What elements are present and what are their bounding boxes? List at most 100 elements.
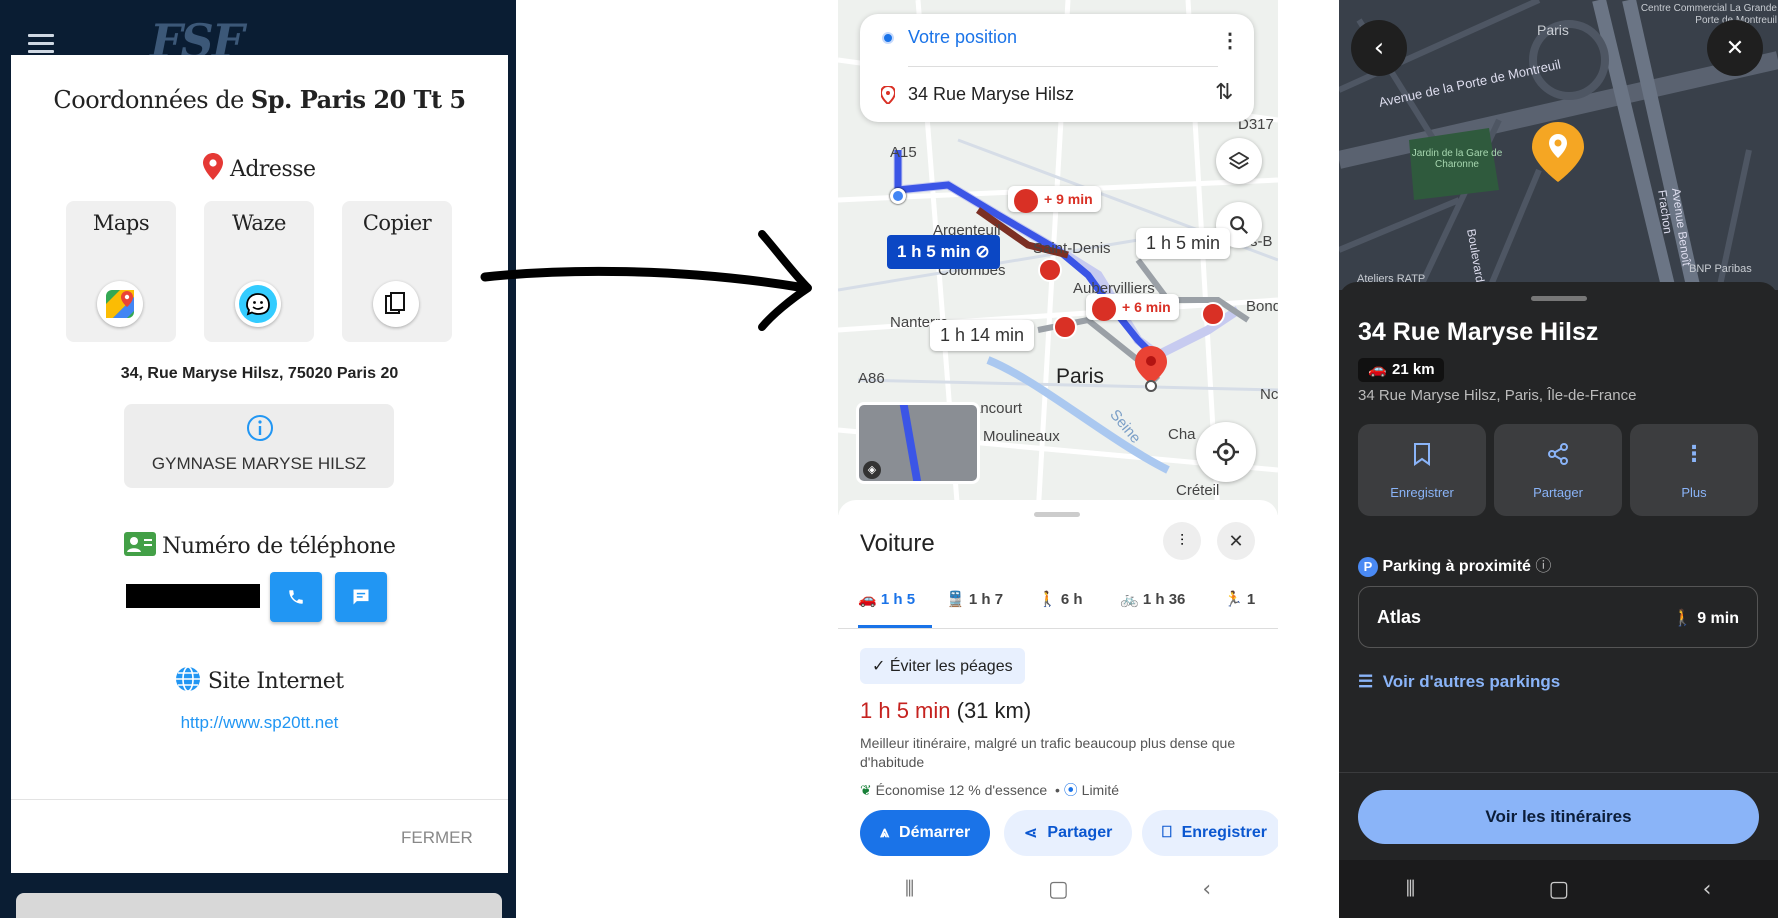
home-icon[interactable]: ▢: [1549, 877, 1570, 902]
tab-other[interactable]: 🏃 1: [1224, 590, 1264, 608]
route-summary: 1 h 5 min (31 km): [860, 698, 1031, 724]
parking-heading: P Parking à proximité ⓘ: [1358, 552, 1551, 577]
selected-route-time: 1 h 5 min: [897, 242, 971, 261]
save-place-label: Enregistrer: [1390, 485, 1454, 500]
hamburger-menu-icon[interactable]: [28, 34, 54, 54]
layers-icon: [1228, 151, 1250, 170]
view-routes-button[interactable]: Voir les itinéraires: [1358, 790, 1759, 844]
save-label: Enregistrer: [1181, 824, 1267, 841]
avoid-tolls-chip[interactable]: ✓ Éviter les péages: [860, 648, 1025, 684]
drag-handle[interactable]: [1034, 512, 1080, 517]
address-heading-label: Adresse: [229, 157, 316, 182]
route-map[interactable]: A15 D317 A86 Argenteuil Saint-Denis Colo…: [838, 0, 1278, 515]
map-pin-icon: [203, 153, 224, 180]
avoid-tolls-label: Éviter les péages: [889, 658, 1013, 675]
search-icon: [1230, 216, 1249, 235]
start-button[interactable]: ⩓ Démarrer: [860, 810, 991, 856]
share-label: Partager: [1047, 824, 1113, 841]
android-nav-bar: ⦀ ▢ ‹: [838, 860, 1278, 918]
current-location-dot: [890, 188, 906, 204]
map-label-garden: Jardin de la Gare de Charonne: [1411, 148, 1503, 170]
field-divider: [908, 66, 1218, 67]
website-heading-label: Site Internet: [207, 669, 344, 694]
dark-map[interactable]: Paris Centre Commercial La Grande Porte …: [1339, 0, 1778, 290]
dialog-title: Coordonnées de Sp. Paris 20 Tt 5: [11, 85, 508, 114]
more-options-icon[interactable]: ⋮: [1220, 28, 1240, 53]
parking-heading-label: Parking à proximité: [1382, 558, 1531, 575]
destination-pin-icon: [1135, 346, 1167, 392]
tab-transit-time: 1 h 7: [968, 591, 1004, 608]
tab-cycling[interactable]: 🚲 1 h 36: [1112, 590, 1224, 608]
recent-apps-icon[interactable]: ⦀: [1406, 877, 1416, 902]
layers-button[interactable]: [1216, 138, 1262, 184]
redacted-phone-number: [126, 584, 260, 608]
crosshair-icon: [1213, 439, 1239, 465]
selected-route-label[interactable]: 1 h 5 min ⊘: [887, 235, 1000, 269]
car-incident-icon: [1014, 189, 1038, 213]
street-view-thumbnail[interactable]: ◈: [856, 402, 980, 484]
call-button[interactable]: [270, 572, 322, 622]
route-distance: (31 km): [956, 698, 1032, 723]
google-maps-panel: A15 D317 A86 Argenteuil Saint-Denis Colo…: [838, 0, 1278, 918]
close-icon[interactable]: ✕: [1217, 522, 1255, 560]
map-label-a86: A86: [858, 370, 885, 387]
destination-field[interactable]: 34 Rue Maryse Hilsz: [908, 84, 1074, 105]
share-icon: ⋖: [1024, 825, 1038, 842]
contact-card-icon: [123, 532, 156, 556]
back-icon[interactable]: ‹: [1703, 877, 1712, 902]
google-maps-icon: [97, 281, 143, 327]
swap-icon[interactable]: ⇅: [1215, 80, 1233, 105]
traffic-delay-1: + 9 min: [1044, 191, 1093, 207]
alt-route-label[interactable]: 1 h 5 min: [1136, 228, 1231, 259]
venue-name: GYMNASE MARYSE HILSZ: [151, 454, 367, 473]
close-icon: ✕: [1725, 35, 1745, 61]
map-label-moulineaux: Moulineaux: [983, 428, 1060, 445]
share-place-label: Partager: [1533, 485, 1583, 500]
drag-handle[interactable]: [1531, 296, 1587, 301]
background-card: [16, 893, 502, 918]
more-parkings-link[interactable]: ☰ Voir d'autres parkings: [1358, 672, 1560, 692]
transport-mode-title: Voiture: [860, 530, 935, 557]
save-place-button[interactable]: Enregistrer: [1358, 424, 1486, 516]
travel-mode-tabs: 🚗 1 h 5 🚆 1 h 7 🚶 6 h 🚲 1 h 36 🏃 1: [838, 590, 1278, 608]
close-button[interactable]: FERMER: [401, 828, 473, 848]
save-button[interactable]: ⎕ Enregistrer: [1142, 810, 1278, 856]
waze-button[interactable]: Waze: [204, 201, 314, 342]
alt-route-label[interactable]: 1 h 14 min: [930, 320, 1035, 351]
tab-transit[interactable]: 🚆 1 h 7: [934, 590, 1028, 608]
walking-icon: 🚶: [1672, 610, 1693, 627]
waze-panel: Paris Centre Commercial La Grande Porte …: [1339, 0, 1778, 918]
share-place-button[interactable]: Partager: [1494, 424, 1622, 516]
maps-button[interactable]: Maps: [66, 201, 176, 342]
parking-item[interactable]: Atlas 🚶 9 min: [1358, 586, 1758, 648]
back-button[interactable]: ‹: [1351, 20, 1407, 76]
recent-apps-icon[interactable]: ⦀: [905, 877, 915, 902]
sms-button[interactable]: [335, 572, 387, 622]
tab-driving-time: 1 h 5: [880, 591, 916, 608]
car-incident-icon: [1092, 297, 1116, 321]
copy-button[interactable]: Copier: [342, 201, 452, 342]
message-icon: [353, 589, 369, 605]
tab-cycling-time: 1 h 36: [1142, 591, 1186, 608]
directions-sheet: Voiture ⫶ ✕ 🚗 1 h 5 🚆 1 h 7 🚶 6 h 🚲 1 h …: [838, 500, 1278, 918]
fuel-savings: Économise 12 % d'essence: [875, 782, 1048, 798]
tab-walking[interactable]: 🚶 6 h: [1028, 590, 1112, 608]
info-icon[interactable]: ⓘ: [1535, 558, 1551, 575]
place-address: 34 Rue Maryse Hilsz, Paris, Île-de-Franc…: [1358, 387, 1637, 404]
recenter-button[interactable]: [1196, 422, 1256, 482]
copy-label: Copier: [362, 211, 432, 235]
close-button[interactable]: ✕: [1707, 20, 1763, 76]
home-icon[interactable]: ▢: [1048, 877, 1069, 902]
website-link[interactable]: http://www.sp20tt.net: [11, 713, 508, 733]
more-button[interactable]: ⋮ Plus: [1630, 424, 1758, 516]
origin-field[interactable]: Votre position: [908, 27, 1017, 48]
map-label-nc: Nc: [1260, 386, 1278, 403]
map-label-creteil: Créteil: [1176, 482, 1220, 499]
tab-driving[interactable]: 🚗 1 h 5: [838, 590, 934, 608]
origin-dot-icon: [882, 32, 894, 44]
share-button[interactable]: ⋖ Partager: [1004, 810, 1133, 856]
back-icon[interactable]: ‹: [1202, 877, 1211, 902]
more-parkings-label: Voir d'autres parkings: [1382, 672, 1561, 691]
incident-icon: [1053, 315, 1077, 339]
route-options-icon[interactable]: ⫶: [1163, 522, 1201, 560]
